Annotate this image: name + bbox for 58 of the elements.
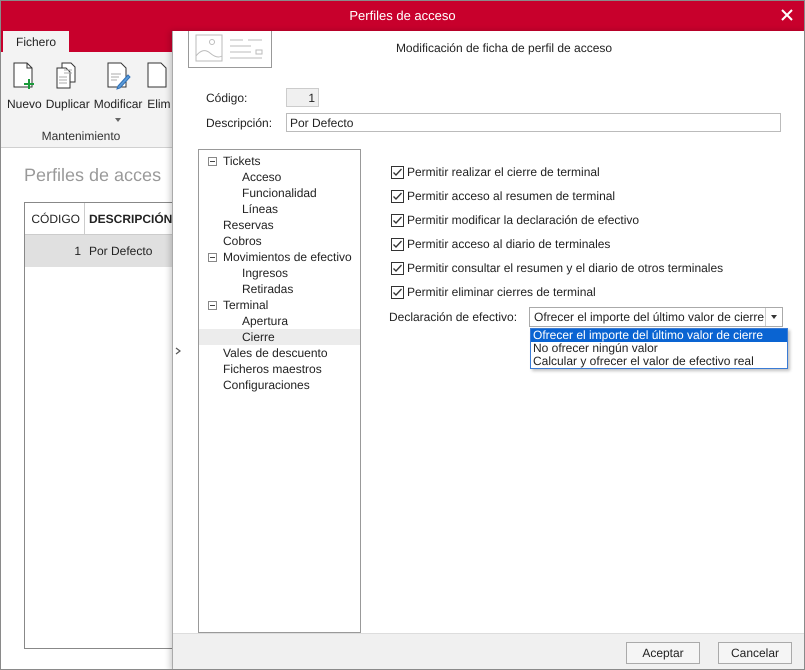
tree-item[interactable]: Terminal <box>223 296 268 314</box>
cash-declaration-dropdown[interactable]: Ofrecer el importe del último valor de cierre <box>529 307 783 327</box>
checkbox[interactable] <box>391 238 404 250</box>
tree-item[interactable]: Acceso <box>242 168 282 186</box>
checkbox-label: Permitir acceso al diario de terminales <box>407 236 610 253</box>
dropdown-option[interactable]: Calcular y ofrecer el valor de efectivo real <box>531 355 787 368</box>
ribbon-button[interactable]: Nuevo <box>7 62 42 113</box>
chevron-right-icon <box>175 347 181 355</box>
dropdown-option[interactable]: Ofrecer el importe del último valor de cierre <box>531 329 787 342</box>
tree-item[interactable]: Cobros <box>223 232 262 250</box>
dropdown-option[interactable]: No ofrecer ningún valor <box>531 342 787 355</box>
column-header: DESCRIPCIÓN <box>88 210 172 228</box>
tree-item[interactable]: Líneas <box>242 200 278 218</box>
checkbox-label: Permitir realizar el cierre de terminal <box>407 164 600 181</box>
checkbox-label: Permitir eliminar cierres de terminal <box>407 284 596 301</box>
tree-item[interactable]: Vales de descuento <box>223 344 328 362</box>
tree-item[interactable]: Ingresos <box>242 264 288 282</box>
collapse-icon[interactable] <box>208 156 217 166</box>
collapse-icon[interactable] <box>208 252 217 262</box>
field-label: Declaración de efectivo: <box>389 309 518 326</box>
tree-item[interactable]: Funcionalidad <box>242 184 317 202</box>
ribbon-button[interactable]: Modificar <box>94 62 142 122</box>
ribbon-tab[interactable]: Fichero <box>3 31 70 52</box>
table-cell-text: Por Defecto <box>88 243 152 260</box>
checkbox-label: Permitir consultar el resumen y el diario de otros terminales <box>407 260 724 277</box>
tree-item[interactable]: Movimientos de efectivo <box>223 248 352 266</box>
ribbon-button[interactable]: Duplicar <box>46 62 90 113</box>
tree-item[interactable]: Reservas <box>223 216 274 234</box>
close-icon <box>781 9 793 21</box>
page-title: Perfiles de acces <box>24 164 162 187</box>
dialog-title: Modificación de ficha de perfil de acceso <box>396 40 612 57</box>
caret-icon <box>771 315 777 319</box>
description-field[interactable]: Por Defecto <box>286 113 781 132</box>
tree-item[interactable]: Apertura <box>242 312 288 330</box>
ribbon-button[interactable]: Elim <box>146 62 172 113</box>
ribbon-group-label: Mantenimiento <box>42 128 120 145</box>
dialog-button[interactable]: Cancelar <box>718 642 792 664</box>
checkbox[interactable] <box>391 286 404 298</box>
window-title: Perfiles de acceso <box>349 7 456 26</box>
tree-item[interactable]: Retiradas <box>242 280 294 298</box>
document-icon <box>12 62 37 90</box>
field-label: Descripción: <box>206 114 274 132</box>
checkbox[interactable] <box>391 166 404 178</box>
tree-item[interactable]: Configuraciones <box>223 376 310 394</box>
checkbox[interactable] <box>391 214 404 226</box>
code-field[interactable]: 1 <box>286 88 319 107</box>
tree-item[interactable]: Tickets <box>223 152 261 170</box>
checkbox-label: Permitir acceso al resumen de terminal <box>407 188 616 205</box>
tree-item[interactable]: Ficheros maestros <box>223 360 322 378</box>
checkbox[interactable] <box>391 190 404 202</box>
checkbox-label: Permitir modificar la declaración de efectivo <box>407 212 640 229</box>
collapse-icon[interactable] <box>208 300 217 310</box>
table-cell-text: 1 <box>73 243 82 260</box>
column-header: CÓDIGO <box>25 203 85 234</box>
field-label: Código: <box>206 90 248 106</box>
dialog-button[interactable]: Aceptar <box>626 642 700 664</box>
checkbox[interactable] <box>391 262 404 274</box>
document-icon <box>106 62 131 90</box>
